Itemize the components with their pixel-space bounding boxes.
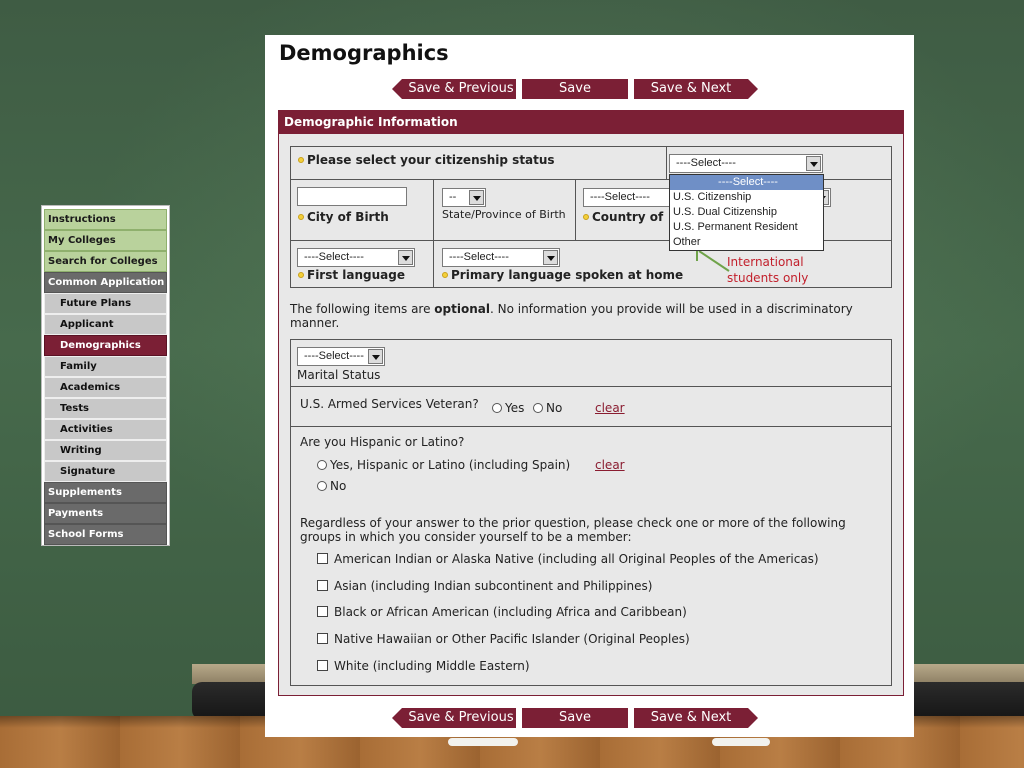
city-of-birth-input[interactable] bbox=[297, 187, 407, 206]
country-select[interactable]: ----Select---- bbox=[583, 188, 671, 207]
nav-item-tests[interactable]: Tests bbox=[44, 398, 167, 419]
race-intro: Regardless of your answer to the prior q… bbox=[300, 516, 846, 544]
race-checkbox[interactable] bbox=[317, 580, 328, 591]
city-of-birth-label: City of Birth bbox=[298, 210, 389, 224]
citizenship-option-us[interactable]: U.S. Citizenship bbox=[670, 190, 823, 205]
bottom-button-row: Save & Previous Save Save & Next bbox=[265, 708, 914, 728]
international-annotation: International students only bbox=[727, 255, 809, 285]
race-checkbox[interactable] bbox=[317, 633, 328, 644]
hispanic-yes-radio[interactable] bbox=[317, 460, 327, 470]
hispanic-clear-link[interactable]: clear bbox=[595, 458, 625, 472]
nav-item-activities[interactable]: Activities bbox=[44, 419, 167, 440]
required-icon bbox=[442, 272, 448, 278]
top-button-row: Save & Previous Save Save & Next bbox=[265, 79, 914, 99]
race-checkbox[interactable] bbox=[317, 606, 328, 617]
section-title: Demographic Information bbox=[279, 111, 903, 134]
race-option-american-indian[interactable]: American Indian or Alaska Native (includ… bbox=[317, 552, 819, 566]
nav-item-demographics[interactable]: Demographics bbox=[44, 335, 167, 356]
state-select[interactable]: -- bbox=[442, 188, 486, 207]
hispanic-no-radio[interactable] bbox=[317, 481, 327, 491]
veteran-no-radio[interactable] bbox=[533, 403, 543, 413]
citizenship-dropdown-list: ----Select---- U.S. Citizenship U.S. Dua… bbox=[669, 174, 824, 251]
save-next-button[interactable]: Save & Next bbox=[634, 79, 758, 99]
required-icon bbox=[583, 214, 589, 220]
nav-item-applicant[interactable]: Applicant bbox=[44, 314, 167, 335]
save-next-button[interactable]: Save & Next bbox=[634, 708, 758, 728]
nav-item-supplements[interactable]: Supplements bbox=[44, 482, 167, 503]
application-nav: Instructions My Colleges Search for Coll… bbox=[41, 205, 170, 546]
veteran-yes-radio[interactable] bbox=[492, 403, 502, 413]
chevron-down-icon[interactable] bbox=[543, 250, 558, 265]
optional-notice: The following items are optional. No inf… bbox=[290, 302, 853, 330]
save-button[interactable]: Save bbox=[522, 79, 628, 99]
citizenship-option-dual[interactable]: U.S. Dual Citizenship bbox=[670, 205, 823, 220]
chalk-piece bbox=[448, 738, 518, 746]
save-previous-button[interactable]: Save & Previous bbox=[392, 79, 516, 99]
country-of-birth-label: Country of bbox=[583, 210, 663, 224]
citizenship-select[interactable]: ----Select---- bbox=[669, 154, 823, 173]
citizenship-option-permanent[interactable]: U.S. Permanent Resident bbox=[670, 220, 823, 235]
optional-block: ----Select---- Marital Status U.S. Armed… bbox=[290, 339, 892, 686]
first-language-label: First language bbox=[298, 268, 405, 282]
chevron-down-icon[interactable] bbox=[368, 349, 383, 364]
nav-item-common-application[interactable]: Common Application bbox=[44, 272, 167, 293]
nav-item-family[interactable]: Family bbox=[44, 356, 167, 377]
required-icon bbox=[298, 214, 304, 220]
race-option-asian[interactable]: Asian (including Indian subcontinent and… bbox=[317, 579, 652, 593]
race-option-native-hawaiian[interactable]: Native Hawaiian or Other Pacific Islande… bbox=[317, 632, 690, 646]
hispanic-yes-option[interactable]: Yes, Hispanic or Latino (including Spain… bbox=[317, 458, 570, 472]
chalk-piece bbox=[712, 738, 770, 746]
nav-item-search-colleges[interactable]: Search for Colleges bbox=[44, 251, 167, 272]
race-checkbox[interactable] bbox=[317, 660, 328, 671]
home-language-label: Primary language spoken at home bbox=[442, 268, 683, 282]
citizenship-label: Please select your citizenship status bbox=[298, 153, 555, 167]
demographic-section: Demographic Information Please select yo… bbox=[278, 110, 904, 696]
nav-item-writing[interactable]: Writing bbox=[44, 440, 167, 461]
race-option-black[interactable]: Black or African American (including Afr… bbox=[317, 605, 687, 619]
hispanic-question: Are you Hispanic or Latino? bbox=[300, 435, 465, 449]
required-icon bbox=[298, 272, 304, 278]
save-button[interactable]: Save bbox=[522, 708, 628, 728]
save-previous-button[interactable]: Save & Previous bbox=[392, 708, 516, 728]
state-label: State/Province of Birth bbox=[442, 208, 566, 221]
nav-item-signature[interactable]: Signature bbox=[44, 461, 167, 482]
chevron-down-icon[interactable] bbox=[469, 190, 484, 205]
required-icon bbox=[298, 157, 304, 163]
home-language-select[interactable]: ----Select---- bbox=[442, 248, 560, 267]
page-title: Demographics bbox=[279, 41, 449, 65]
nav-item-school-forms[interactable]: School Forms bbox=[44, 524, 167, 545]
veteran-clear-link[interactable]: clear bbox=[595, 401, 625, 415]
nav-item-payments[interactable]: Payments bbox=[44, 503, 167, 524]
chevron-down-icon[interactable] bbox=[806, 156, 821, 171]
demographics-panel: Demographics Save & Previous Save Save &… bbox=[265, 35, 914, 737]
nav-item-my-colleges[interactable]: My Colleges bbox=[44, 230, 167, 251]
citizenship-option-other[interactable]: Other bbox=[670, 235, 823, 250]
citizenship-option-select[interactable]: ----Select---- bbox=[670, 175, 823, 190]
marital-status-label: Marital Status bbox=[297, 368, 381, 382]
race-checkbox[interactable] bbox=[317, 553, 328, 564]
nav-item-academics[interactable]: Academics bbox=[44, 377, 167, 398]
chevron-down-icon[interactable] bbox=[398, 250, 413, 265]
veteran-no-option[interactable]: No bbox=[533, 401, 562, 415]
nav-item-instructions[interactable]: Instructions bbox=[44, 209, 167, 230]
hispanic-no-option[interactable]: No bbox=[317, 479, 346, 493]
marital-status-select[interactable]: ----Select---- bbox=[297, 347, 385, 366]
veteran-yes-option[interactable]: Yes bbox=[492, 401, 524, 415]
first-language-select[interactable]: ----Select---- bbox=[297, 248, 415, 267]
race-option-white[interactable]: White (including Middle Eastern) bbox=[317, 659, 530, 673]
veteran-question: U.S. Armed Services Veteran? bbox=[300, 397, 479, 411]
nav-item-future-plans[interactable]: Future Plans bbox=[44, 293, 167, 314]
